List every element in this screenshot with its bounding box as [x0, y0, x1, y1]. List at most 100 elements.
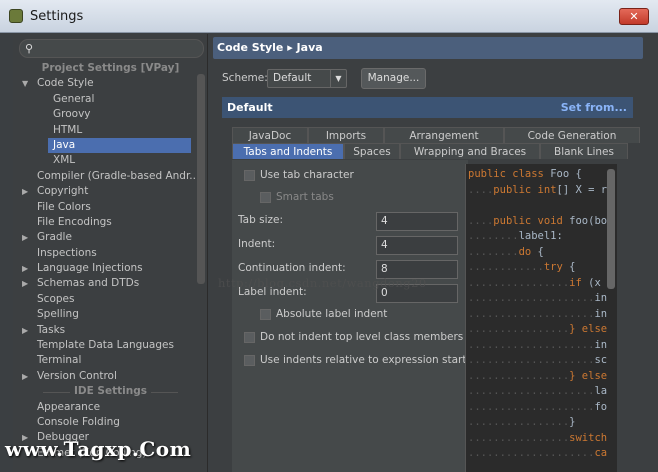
collapsed-arrow-icon[interactable]: ▶ [22, 184, 28, 199]
tree-item[interactable]: Inspections [13, 246, 208, 261]
code-line: ............try { [468, 261, 575, 276]
tab-wrapping-and-braces[interactable]: Wrapping and Braces [400, 143, 540, 159]
tree-item[interactable]: Terminal [13, 353, 208, 368]
code-line: ................} else [468, 323, 607, 338]
tree-item[interactable]: ▶ Version Control [13, 369, 208, 384]
tree-item[interactable]: XML [13, 153, 208, 168]
code-token-pl: { [562, 261, 576, 273]
chevron-down-icon: ▼ [330, 70, 346, 87]
collapsed-arrow-icon[interactable]: ▶ [22, 276, 28, 291]
tree-item[interactable]: ▶ Gradle [13, 230, 208, 245]
scheme-label: Scheme: [222, 72, 268, 84]
tree-item-label: Tasks [37, 323, 66, 336]
scheme-dropdown[interactable]: Default ▼ [267, 69, 347, 88]
tree-item-label: Appearance [37, 400, 101, 413]
expanded-arrow-icon[interactable]: ▼ [22, 76, 28, 91]
tree-item[interactable]: Scopes [13, 292, 208, 307]
code-token-dots: ................ [468, 369, 570, 382]
code-token-dots: ........ [468, 230, 519, 242]
close-button[interactable]: ✕ [619, 8, 649, 25]
set-from-link[interactable]: Set from... [561, 97, 627, 118]
tree-item[interactable]: Console Folding [13, 415, 208, 430]
code-line: ....................in [468, 339, 607, 354]
options-panel: Use tab character Smart tabs Tab size: 4… [232, 160, 468, 472]
code-token-pl: in [594, 307, 608, 320]
code-preview: public class Foo {....public int[] X = r… [465, 164, 617, 472]
code-token-pl: sc [594, 354, 608, 366]
tab-javadoc[interactable]: JavaDoc [232, 127, 308, 143]
code-line: ................if (x [468, 277, 601, 292]
tree-item-label: XML [53, 154, 76, 167]
collapsed-arrow-icon[interactable]: ▶ [22, 261, 28, 276]
code-token-pl: foo(bo [569, 214, 608, 227]
collapsed-arrow-icon[interactable]: ▶ [22, 323, 28, 338]
tree-item-label: Java [53, 138, 76, 151]
tree-item[interactable]: Template Data Languages [13, 338, 208, 353]
code-token-dots: ................ [468, 431, 570, 444]
tree-item[interactable]: ▼ Code Style [13, 76, 208, 91]
indent-field[interactable]: 4 [376, 236, 458, 255]
tab-size-field[interactable]: 4 [376, 212, 458, 231]
tree-item[interactable]: General [13, 92, 208, 107]
collapsed-arrow-icon[interactable]: ▶ [22, 230, 28, 245]
code-line: ....................la [468, 385, 607, 400]
tree-item[interactable]: Appearance [13, 400, 208, 415]
tab-code-generation[interactable]: Code Generation [504, 127, 640, 143]
tree-item-label: Version Control [37, 369, 117, 382]
relative-indent-label: Use indents relative to expression start [260, 354, 467, 366]
tab-tabs-and-indents[interactable]: Tabs and Indents [232, 143, 344, 159]
tab-row-1: JavaDoc Imports Arrangement Code Generat… [232, 127, 640, 143]
tree-item[interactable]: Groovy [13, 107, 208, 122]
sidebar-scrollbar[interactable] [197, 74, 205, 284]
code-token-dots: .... [468, 214, 494, 227]
tree-item[interactable]: ▶ Tasks [13, 323, 208, 338]
code-token-kw: } else [569, 369, 608, 382]
relative-indent-checkbox[interactable] [244, 355, 255, 366]
use-tab-checkbox[interactable] [244, 170, 255, 181]
settings-sidebar: ⚲ Project Settings [VPay] ▼ Code Style Gene… [13, 34, 208, 472]
code-line: ....public void foo(bo [468, 215, 607, 230]
tree-item[interactable]: File Encodings [13, 215, 208, 230]
code-token-kw: try [543, 261, 563, 273]
tree-item[interactable]: ▶ Schemas and DTDs [13, 276, 208, 291]
tree-item[interactable]: ▶ Copyright [13, 184, 208, 199]
tab-arrangement[interactable]: Arrangement [384, 127, 504, 143]
code-token-dots: ................ [468, 323, 570, 335]
app-icon [9, 9, 23, 23]
tree-item[interactable]: Compiler (Gradle-based Andr... [13, 169, 208, 184]
tab-blank-lines[interactable]: Blank Lines [540, 143, 628, 159]
tree-item[interactable]: HTML [13, 123, 208, 138]
tree-item-label: Language Injections [37, 262, 143, 275]
tree-item-label: Groovy [53, 108, 91, 121]
code-token-dots: .................... [468, 338, 595, 351]
code-token-dots: .................... [468, 354, 595, 366]
section-label: Project Settings [VPay] [37, 62, 184, 74]
code-token-kw: } else [569, 323, 608, 335]
tree-item[interactable]: ▶ Language Injections [13, 261, 208, 276]
tree-item[interactable]: Java [48, 137, 191, 154]
collapsed-arrow-icon[interactable]: ▶ [22, 369, 28, 384]
manage-button[interactable]: Manage... [361, 68, 426, 89]
preview-scrollbar[interactable] [607, 169, 615, 289]
default-label: Default [227, 101, 273, 114]
no-indent-top-level-checkbox[interactable] [244, 332, 255, 343]
code-token-dots: .................... [468, 400, 595, 413]
code-token-kw: if [569, 276, 582, 289]
code-line: public class Foo { [468, 168, 582, 183]
absolute-label-checkbox[interactable] [260, 309, 271, 320]
search-field[interactable]: ⚲ [19, 39, 204, 58]
code-token-kw: public class [468, 168, 551, 180]
code-line: ................} [468, 416, 575, 431]
smart-tabs-checkbox[interactable] [260, 192, 271, 203]
tree-item-label: HTML [53, 123, 83, 136]
code-line: ................} else [468, 370, 607, 385]
tab-imports[interactable]: Imports [308, 127, 384, 143]
tree-item[interactable]: Spelling [13, 307, 208, 322]
tree-item-label: Copyright [37, 185, 89, 198]
code-line: ....................sc [468, 354, 607, 369]
tree-item[interactable]: File Colors [13, 200, 208, 215]
code-line: ................switch [468, 432, 607, 447]
tab-spaces[interactable]: Spaces [344, 143, 400, 159]
site-watermark: www.Tagxp.Com [5, 437, 192, 461]
code-token-dots: ................ [468, 276, 570, 289]
